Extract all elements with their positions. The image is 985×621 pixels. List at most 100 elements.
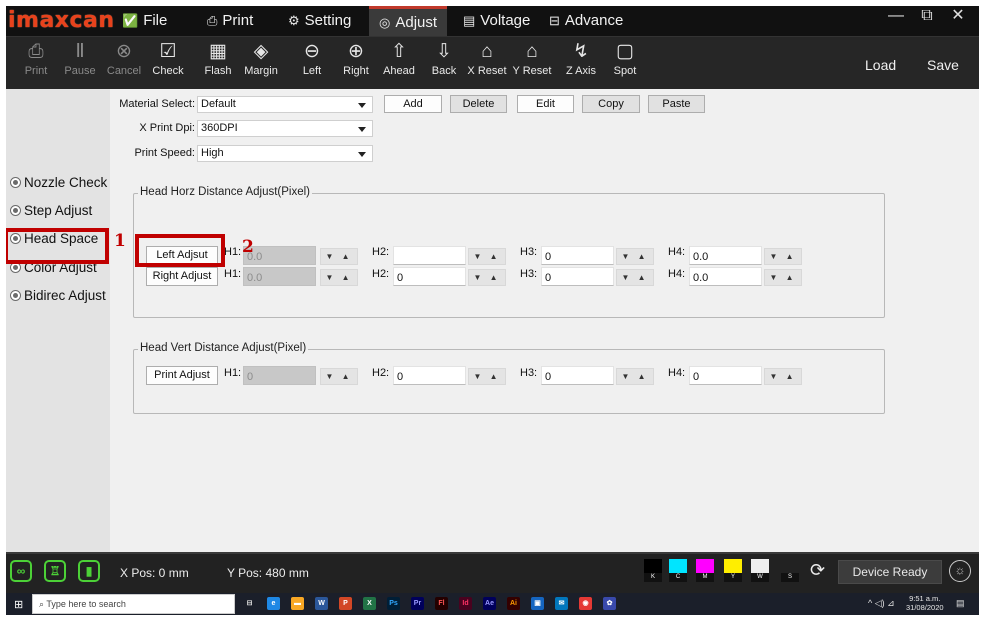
- print-speed-select[interactable]: High: [197, 145, 373, 162]
- windows-start-icon[interactable]: ⊞: [14, 598, 23, 611]
- ahead-button[interactable]: ⇧ Ahead: [381, 39, 417, 77]
- vert-h4-input[interactable]: 0: [689, 366, 762, 385]
- flash-app-icon[interactable]: Fl: [435, 597, 448, 610]
- vert-h3-stepper[interactable]: ▼ ▲: [616, 368, 654, 385]
- left-button[interactable]: ⊖ Left: [296, 39, 328, 77]
- indesign-icon[interactable]: Id: [459, 597, 472, 610]
- print-button[interactable]: ⎙ Print: [20, 39, 52, 77]
- menu-file[interactable]: ✅ File: [122, 6, 167, 36]
- thermometer-icon[interactable]: ▮: [78, 560, 100, 582]
- x-print-dpi-select[interactable]: 360DPI: [197, 120, 373, 137]
- after-effects-icon[interactable]: Ae: [483, 597, 496, 610]
- notification-icon[interactable]: ▤: [956, 598, 965, 609]
- ink-level-k: K: [644, 559, 662, 585]
- refresh-icon[interactable]: ⟳: [810, 560, 825, 581]
- adjust-sidebar: Nozzle Check Step Adjust Head Space Colo…: [6, 89, 110, 552]
- file-explorer-icon[interactable]: ▬: [291, 597, 304, 610]
- right-h4-input[interactable]: 0.0: [689, 267, 762, 286]
- sidebar-item-nozzle-check[interactable]: Nozzle Check: [10, 175, 107, 190]
- x-reset-button[interactable]: ⌂ X Reset: [465, 39, 509, 77]
- left-h3-stepper[interactable]: ▼ ▲: [616, 248, 654, 265]
- vert-h1-stepper[interactable]: ▼ ▲: [320, 368, 358, 385]
- premiere-icon[interactable]: Pr: [411, 597, 424, 610]
- taskbar-clock[interactable]: 9:51 a.m. 31/08/2020: [906, 594, 944, 612]
- right-h4-stepper[interactable]: ▼ ▲: [764, 269, 802, 286]
- ink-level-c: C: [669, 559, 687, 585]
- right-h1-input[interactable]: 0.0: [243, 267, 316, 286]
- flash-button[interactable]: ▦ Flash: [200, 39, 236, 77]
- h4-label: H4:: [668, 367, 686, 379]
- edit-button[interactable]: Edit: [517, 95, 574, 113]
- menu-adjust[interactable]: ◎ Adjust: [369, 6, 448, 36]
- left-h2-stepper[interactable]: ▼ ▲: [468, 248, 506, 265]
- vert-h1-input[interactable]: 0: [243, 366, 316, 385]
- sidebar-item-step-adjust[interactable]: Step Adjust: [10, 203, 92, 218]
- h1-label: H1:: [224, 246, 242, 258]
- task-view-icon[interactable]: ⊟: [243, 597, 256, 610]
- spot-label: Spot: [613, 65, 637, 77]
- material-select[interactable]: Default: [197, 96, 373, 113]
- menu-setting[interactable]: ⚙ Setting: [288, 6, 351, 36]
- powerpoint-icon[interactable]: P: [339, 597, 352, 610]
- copy-button[interactable]: Copy: [582, 95, 640, 113]
- menu-print[interactable]: ⎙ Print: [207, 6, 253, 36]
- word-icon[interactable]: W: [315, 597, 328, 610]
- robot-icon[interactable]: ♖: [44, 560, 66, 582]
- close-button[interactable]: ✕: [943, 6, 973, 30]
- app-icon[interactable]: ▣: [531, 597, 544, 610]
- load-button[interactable]: Load: [865, 57, 896, 73]
- taskbar-search-input[interactable]: ⌕ Type here to search: [32, 594, 235, 614]
- vert-h4-stepper[interactable]: ▼ ▲: [764, 368, 802, 385]
- right-h3-stepper[interactable]: ▼ ▲: [616, 269, 654, 286]
- add-button[interactable]: Add: [384, 95, 442, 113]
- vert-h2-stepper[interactable]: ▼ ▲: [468, 368, 506, 385]
- chrome-icon[interactable]: ◉: [579, 597, 592, 610]
- restore-button[interactable]: ⧉: [912, 6, 942, 30]
- pause-button[interactable]: Ⅱ Pause: [62, 39, 98, 77]
- mail-icon[interactable]: ✉: [555, 597, 568, 610]
- left-h2-input[interactable]: [393, 246, 466, 265]
- right-label: Right: [343, 65, 369, 77]
- y-reset-button[interactable]: ⌂ Y Reset: [510, 39, 554, 77]
- photoshop-icon[interactable]: Ps: [387, 597, 400, 610]
- back-button[interactable]: ⇩ Back: [427, 39, 461, 77]
- left-h4-input[interactable]: 0.0: [689, 246, 762, 265]
- paste-button[interactable]: Paste: [648, 95, 705, 113]
- excel-icon[interactable]: X: [363, 597, 376, 610]
- menu-voltage[interactable]: ▤ Voltage: [463, 6, 530, 36]
- vert-h2-input[interactable]: 0: [393, 366, 466, 385]
- spot-button[interactable]: ▢ Spot: [609, 39, 641, 77]
- margin-button[interactable]: ◈ Margin: [242, 39, 280, 77]
- illustrator-icon[interactable]: Ai: [507, 597, 520, 610]
- right-h1-stepper[interactable]: ▼ ▲: [320, 269, 358, 286]
- minimize-button[interactable]: —: [881, 6, 911, 30]
- imaxcan-taskbar-icon[interactable]: ✿: [603, 597, 616, 610]
- left-h4-stepper[interactable]: ▼ ▲: [764, 248, 802, 265]
- print-label: Print: [24, 65, 48, 77]
- z-axis-button[interactable]: ↯ Z Axis: [563, 39, 599, 77]
- link-icon[interactable]: ∞: [10, 560, 32, 582]
- save-button[interactable]: Save: [927, 57, 959, 73]
- left-h1-input[interactable]: 0.0: [243, 246, 316, 265]
- right-adjust-button[interactable]: Right Adjust: [146, 267, 218, 286]
- right-h2-stepper[interactable]: ▼ ▲: [468, 269, 506, 286]
- sidebar-item-label: Nozzle Check: [24, 175, 108, 190]
- right-h3-input[interactable]: 0: [541, 267, 614, 286]
- lightbulb-icon[interactable]: ☼: [949, 560, 971, 582]
- left-h3-input[interactable]: 0: [541, 246, 614, 265]
- head-vert-title: Head Vert Distance Adjust(Pixel): [138, 342, 309, 354]
- left-h1-stepper[interactable]: ▼ ▲: [320, 248, 358, 265]
- print-adjust-button[interactable]: Print Adjust: [146, 366, 218, 385]
- delete-button[interactable]: Delete: [450, 95, 507, 113]
- tray-icons[interactable]: ^ ◁) ⊿: [868, 598, 895, 609]
- device-status-badge: Device Ready: [838, 560, 942, 584]
- sidebar-item-bidirec-adjust[interactable]: Bidirec Adjust: [10, 288, 106, 303]
- menu-advance[interactable]: ⊟ Advance: [549, 6, 623, 36]
- check-button[interactable]: ☑ Check: [150, 39, 186, 77]
- z-axis-label: Z Axis: [566, 65, 596, 77]
- right-h2-input[interactable]: 0: [393, 267, 466, 286]
- vert-h3-input[interactable]: 0: [541, 366, 614, 385]
- cancel-button[interactable]: ⊗ Cancel: [105, 39, 143, 77]
- edge-icon[interactable]: e: [267, 597, 280, 610]
- right-button[interactable]: ⊕ Right: [339, 39, 373, 77]
